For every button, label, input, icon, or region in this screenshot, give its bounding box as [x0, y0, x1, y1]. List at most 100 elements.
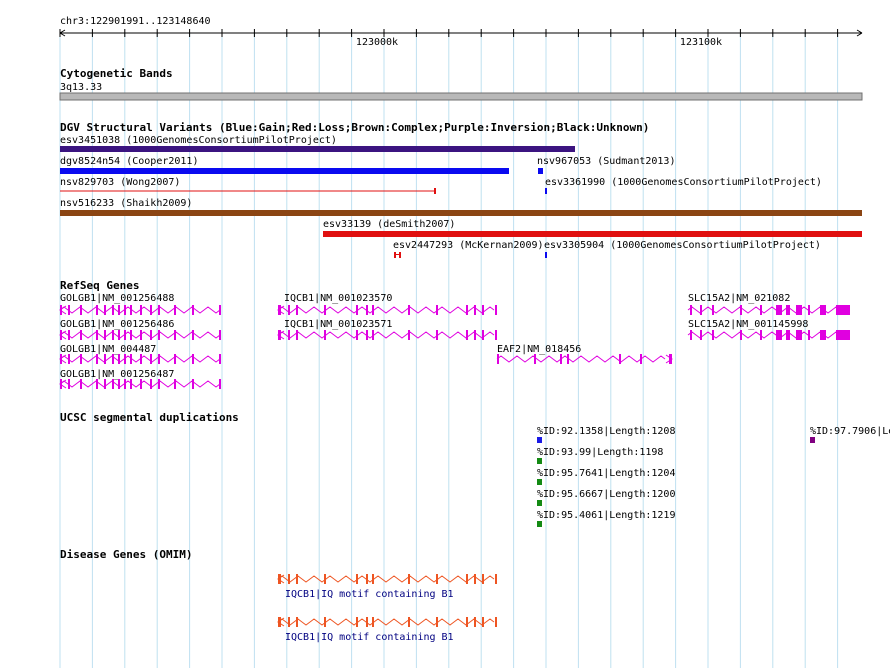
exon-block: [366, 330, 368, 340]
exon-block: [288, 574, 290, 584]
exon-block: [408, 305, 410, 315]
exon-block: [124, 305, 126, 315]
exon-block: [104, 379, 106, 389]
exon-block: [690, 305, 692, 315]
intron-line: [496, 355, 666, 363]
dgv-feature-esv3305904[interactable]: [545, 252, 547, 258]
browser-canvas: chr3:122901991..123148640 123000k 123100…: [59, 16, 890, 668]
exon-block: [482, 330, 484, 340]
segdup-feature[interactable]: [537, 500, 542, 506]
segdup-label: %ID:95.6667|Length:1200: [537, 489, 675, 500]
exon-block: [150, 305, 152, 315]
exon-block: [130, 379, 132, 389]
exon-block: [324, 617, 326, 627]
exon-block: [690, 330, 692, 340]
dgv-feature-dgv8524n54[interactable]: [60, 168, 509, 174]
omim-feature-iqcb1[interactable]: [277, 574, 497, 584]
gene-model-iqcb1-nm-001023570[interactable]: [277, 305, 497, 315]
exon-block: [219, 379, 221, 389]
dgv-item-label: nsv967053 (Sudmant2013): [537, 156, 675, 167]
segdup-feature[interactable]: [810, 437, 815, 443]
exon-block: [68, 354, 70, 364]
exon-block: [474, 617, 476, 627]
exon-block: [80, 330, 82, 340]
exon-block: [356, 330, 358, 340]
exon-block: [140, 330, 142, 340]
dgv-item-label: esv3451038 (1000GenomesConsortiumPilotPr…: [60, 135, 337, 146]
exon-block: [372, 574, 374, 584]
dgv-feature-esv2447293[interactable]: [394, 252, 401, 258]
exon-block: [366, 574, 368, 584]
exon-block: [786, 305, 790, 315]
cyto-band-bar[interactable]: [59, 92, 863, 101]
exon-block: [712, 305, 714, 315]
exon-block: [96, 305, 98, 315]
gene-model-slc15a2-nm-001145998[interactable]: [687, 330, 850, 340]
ruler: [59, 29, 863, 37]
exon-block: [482, 574, 484, 584]
segdup-feature[interactable]: [537, 521, 542, 527]
omim-label: IQCB1|IQ motif containing B1: [285, 589, 454, 600]
omim-feature-iqcb1[interactable]: [277, 617, 497, 627]
dgv-feature-nsv829703-end: [434, 188, 436, 194]
exon-block: [776, 330, 782, 340]
gene-model-slc15a2-nm-021082[interactable]: [687, 305, 850, 315]
gene-model-iqcb1-nm-001023571[interactable]: [277, 330, 497, 340]
exon-block: [80, 305, 82, 315]
refseq-track-title[interactable]: RefSeq Genes: [60, 279, 139, 292]
gene-label: SLC15A2|NM_021082: [688, 293, 790, 304]
exon-block: [356, 617, 358, 627]
dgv-item-label: esv33139 (deSmith2007): [323, 219, 455, 230]
gene-model-eaf2-nm-018456[interactable]: [496, 354, 673, 364]
exon-block: [324, 574, 326, 584]
gene-label: GOLGB1|NM_001256487: [60, 369, 174, 380]
exon-block: [372, 305, 374, 315]
exon-block: [68, 305, 70, 315]
segdup-track-title[interactable]: UCSC segmental duplications: [60, 411, 239, 424]
exon-block: [140, 305, 142, 315]
exon-block: [158, 330, 160, 340]
exon-block: [436, 617, 438, 627]
intron-line: [277, 306, 495, 314]
exon-block: [68, 330, 70, 340]
dgv-feature-esv3361990[interactable]: [545, 188, 547, 194]
dgv-track-title[interactable]: DGV Structural Variants (Blue:Gain;Red:L…: [60, 121, 649, 134]
exon-block: [174, 330, 176, 340]
exon-block: [192, 330, 194, 340]
exon-block: [495, 330, 497, 340]
gene-model-golgb1-nm-001256487[interactable]: [59, 379, 221, 389]
cyto-track-title[interactable]: Cytogenetic Bands: [60, 67, 173, 80]
dgv-feature-esv33139[interactable]: [323, 231, 862, 237]
exon-block: [288, 617, 290, 627]
exon-block: [219, 330, 221, 340]
dgv-feature-nsv967053[interactable]: [538, 168, 543, 174]
exon-block: [104, 305, 106, 315]
segdup-feature[interactable]: [537, 437, 542, 443]
exon-block: [408, 574, 410, 584]
exon-block: [112, 330, 114, 340]
exon-block: [820, 305, 826, 315]
omim-label: IQCB1|IQ motif containing B1: [285, 632, 454, 643]
omim-track-title[interactable]: Disease Genes (OMIM): [60, 548, 192, 561]
dgv-feature-nsv516233[interactable]: [60, 210, 862, 216]
dgv-item-label: dgv8524n54 (Cooper2011): [60, 156, 198, 167]
exon-block: [640, 354, 642, 364]
exon-block: [112, 379, 114, 389]
dgv-feature-esv3451038[interactable]: [60, 146, 575, 152]
segdup-label: %ID:97.7906|Le: [810, 426, 890, 437]
gene-model-golgb1-nm-004487[interactable]: [59, 354, 221, 364]
exon-block: [96, 379, 98, 389]
exon-block: [80, 379, 82, 389]
dgv-item-label: esv2447293 (McKernan2009): [393, 240, 544, 251]
gene-model-golgb1-nm-001256486[interactable]: [59, 330, 221, 340]
exon-block: [700, 330, 702, 340]
gene-model-golgb1-nm-001256488[interactable]: [59, 305, 221, 315]
exon-block: [372, 330, 374, 340]
exon-block: [836, 305, 850, 315]
segdup-label: %ID:93.99|Length:1198: [537, 447, 663, 458]
exon-block: [466, 330, 468, 340]
intron-line: [277, 575, 495, 583]
segdup-feature[interactable]: [537, 458, 542, 464]
segdup-feature[interactable]: [537, 479, 542, 485]
dgv-feature-link: [394, 254, 401, 255]
